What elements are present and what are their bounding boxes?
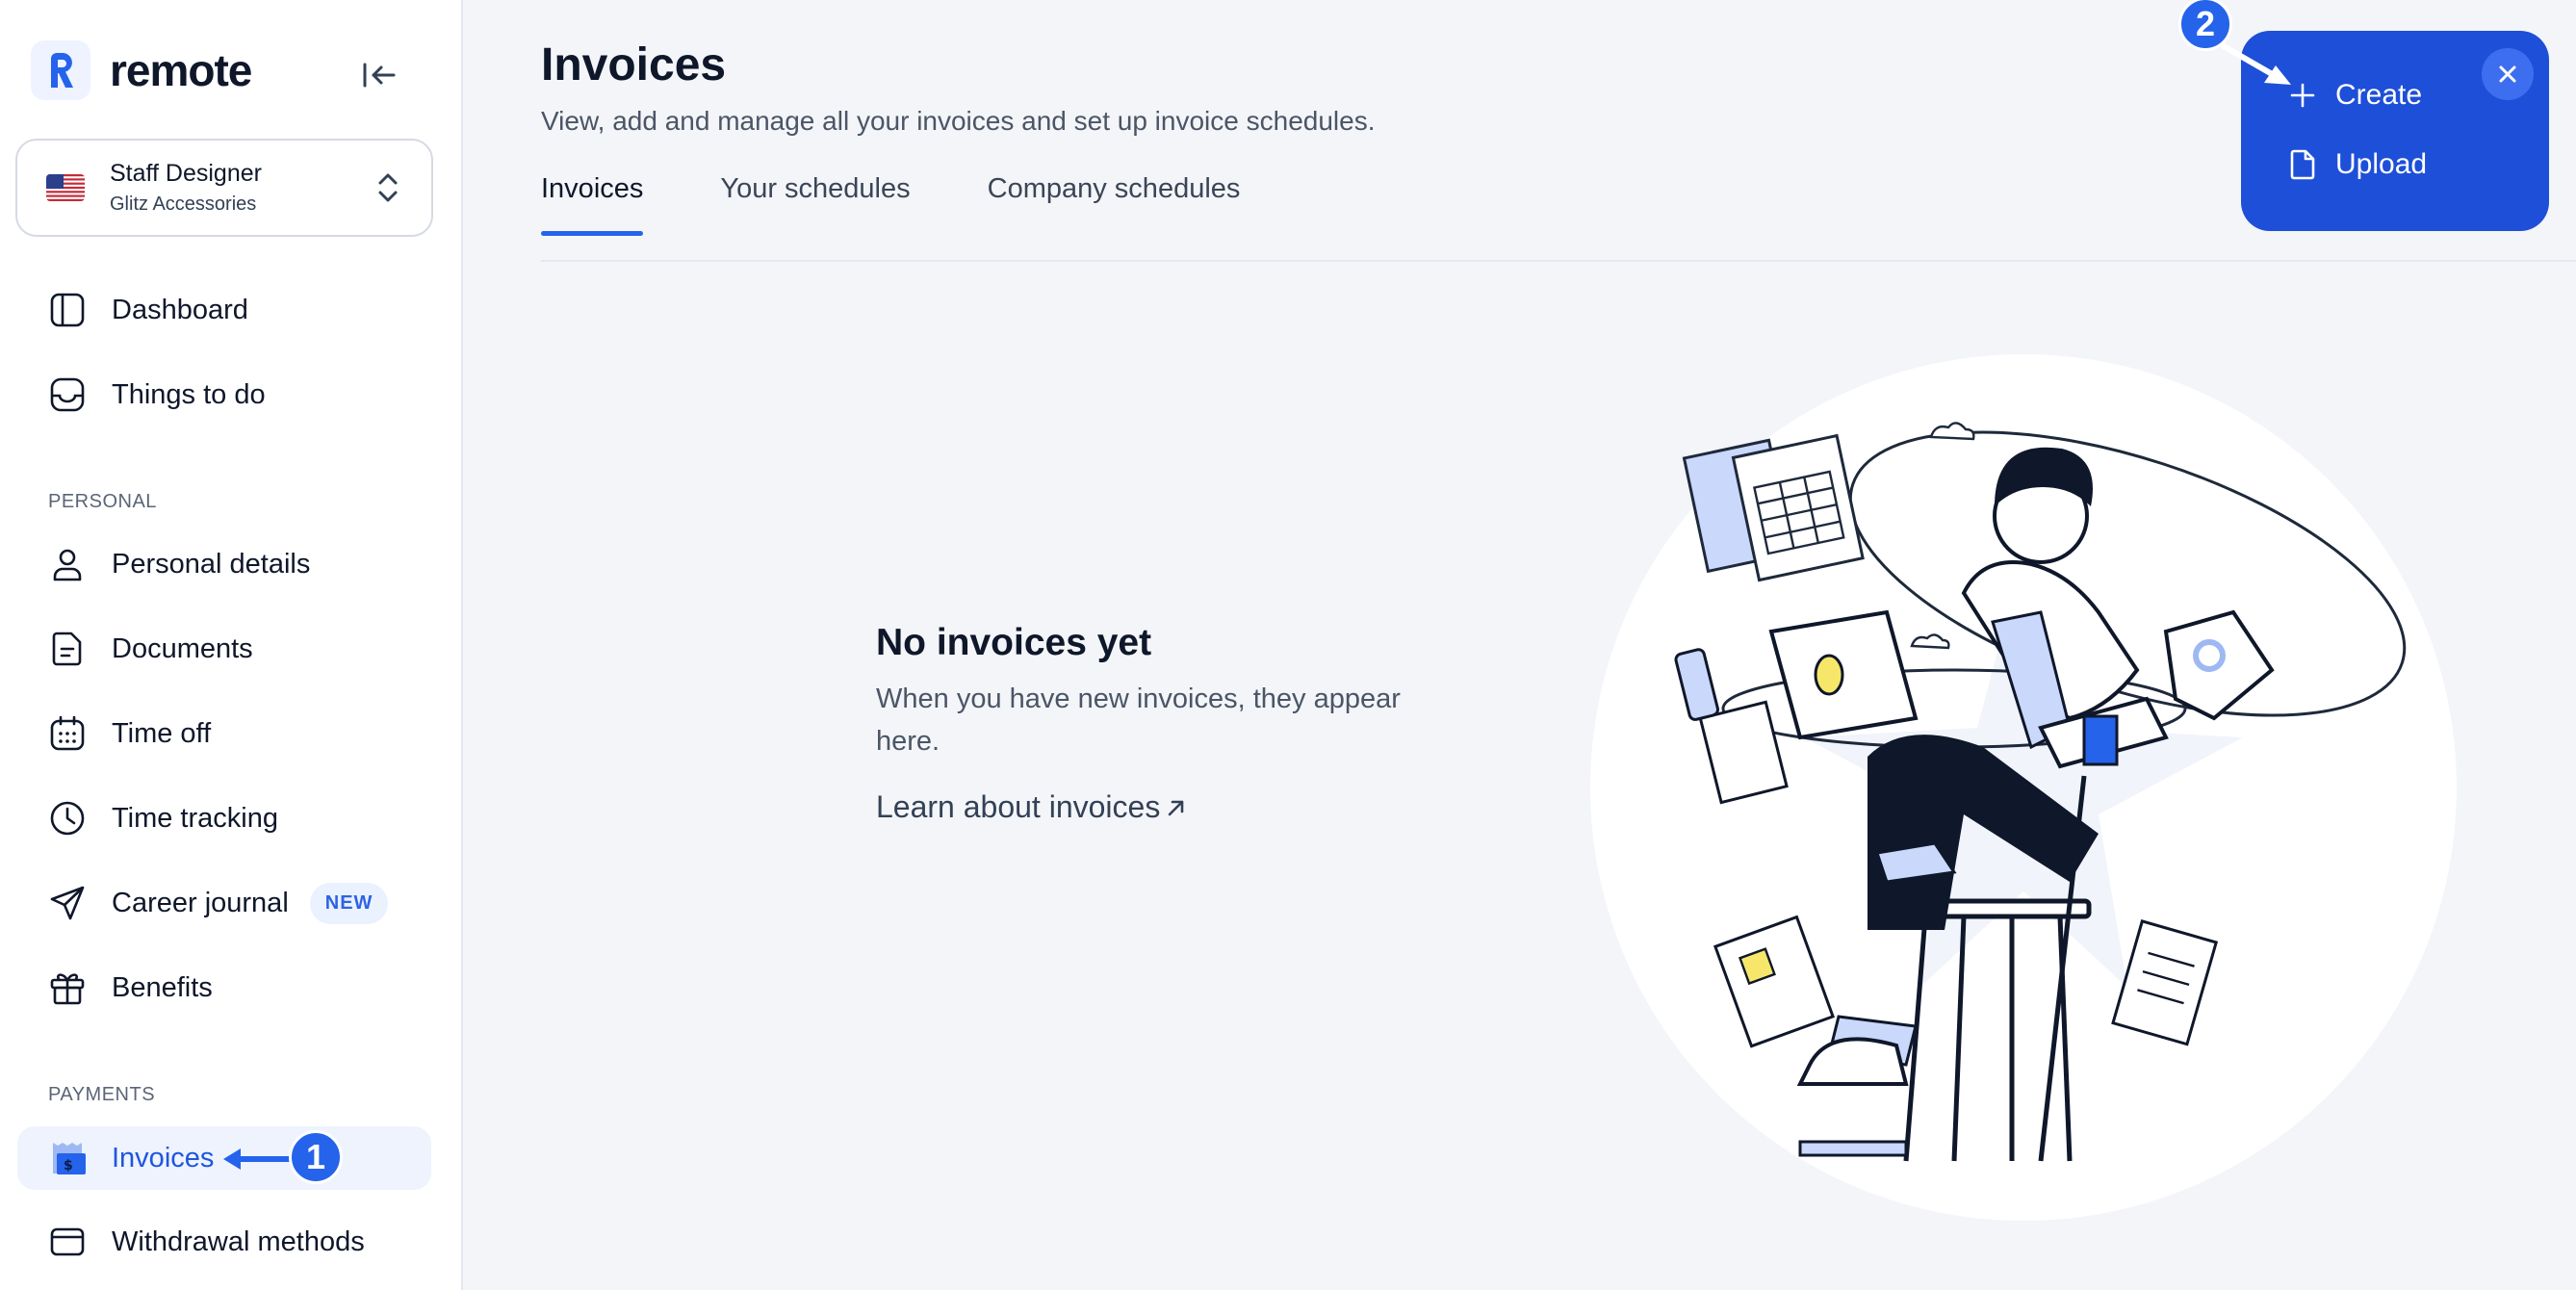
page-subtitle: View, add and manage all your invoices a… (541, 106, 1376, 136)
profile-switcher[interactable]: Staff Designer Glitz Accessories (15, 139, 433, 237)
clock-icon (48, 799, 87, 838)
send-icon (48, 884, 87, 922)
sidebar-item-label: Benefits (112, 971, 213, 1003)
sidebar-item-label: Withdrawal methods (112, 1226, 365, 1257)
empty-invoices-illustration (1590, 354, 2457, 1221)
invoice-icon: $ (48, 1139, 87, 1177)
sidebar-item-benefits[interactable]: Benefits (17, 956, 431, 1019)
upload-menu-item[interactable]: Upload (2289, 148, 2427, 181)
external-link-icon (1169, 800, 1184, 815)
upload-label: Upload (2335, 148, 2428, 180)
sidebar-item-time-tracking[interactable]: Time tracking (17, 787, 431, 850)
profile-name: Staff Designer (110, 160, 262, 187)
collapse-sidebar-icon[interactable] (358, 54, 400, 96)
link-label: Learn about invoices (876, 789, 1161, 824)
sidebar-item-label: Documents (112, 632, 253, 664)
sidebar-item-time-off[interactable]: Time off (17, 702, 431, 765)
chevron-up-down-icon (374, 168, 402, 207)
tab-company-schedules[interactable]: Company schedules (988, 173, 1241, 234)
svg-text:$: $ (64, 1158, 73, 1174)
sidebar: remote Staff Designer Glitz Accessories … (0, 0, 463, 1290)
tab-your-schedules[interactable]: Your schedules (720, 173, 910, 234)
step-arrow-2 (2221, 43, 2291, 85)
page-title: Invoices (541, 39, 727, 90)
tab-invoices[interactable]: Invoices (541, 173, 644, 236)
document-icon (48, 630, 87, 668)
sidebar-item-personal-details[interactable]: Personal details (17, 532, 431, 596)
section-label-personal: PERSONAL (48, 491, 157, 512)
us-flag-icon (46, 174, 85, 201)
profile-company: Glitz Accessories (110, 194, 257, 215)
sidebar-item-label: Time off (112, 717, 212, 749)
tabs-divider (541, 260, 2576, 262)
sidebar-item-documents[interactable]: Documents (17, 617, 431, 681)
gift-icon (48, 968, 87, 1007)
close-icon[interactable] (2482, 48, 2534, 100)
empty-state-description: When you have new invoices, they appear … (876, 684, 1401, 757)
tab-bar: Invoices Your schedules Company schedule… (541, 173, 1241, 236)
dashboard-icon (48, 291, 87, 329)
sidebar-item-withdrawal-methods[interactable]: Withdrawal methods (17, 1210, 431, 1274)
empty-state-title: No invoices yet (876, 622, 1152, 663)
sidebar-item-label: Dashboard (112, 294, 248, 325)
inbox-icon (48, 375, 87, 414)
brand[interactable]: remote (31, 40, 252, 100)
file-icon (2290, 149, 2315, 180)
sidebar-item-dashboard[interactable]: Dashboard (17, 278, 431, 342)
brand-name: remote (110, 45, 252, 95)
sidebar-item-label: Things to do (112, 378, 266, 410)
create-label: Create (2335, 79, 2423, 111)
step-arrow-1 (223, 1148, 292, 1170)
sidebar-item-career-journal[interactable]: Career journal NEW (17, 871, 431, 935)
card-icon (48, 1223, 87, 1261)
user-icon (48, 545, 87, 583)
sidebar-item-label: Invoices (112, 1142, 215, 1174)
step-marker-1: 1 (289, 1130, 343, 1184)
learn-about-invoices-link[interactable]: Learn about invoices (876, 789, 1187, 825)
remote-logo-icon (31, 40, 90, 100)
sidebar-item-label: Career journal (112, 887, 289, 918)
section-label-payments: PAYMENTS (48, 1084, 156, 1105)
sidebar-item-label: Personal details (112, 548, 311, 580)
calendar-icon (48, 714, 87, 753)
sidebar-item-things-to-do[interactable]: Things to do (17, 363, 431, 426)
sidebar-item-label: Time tracking (112, 802, 278, 834)
new-badge: NEW (309, 882, 389, 924)
